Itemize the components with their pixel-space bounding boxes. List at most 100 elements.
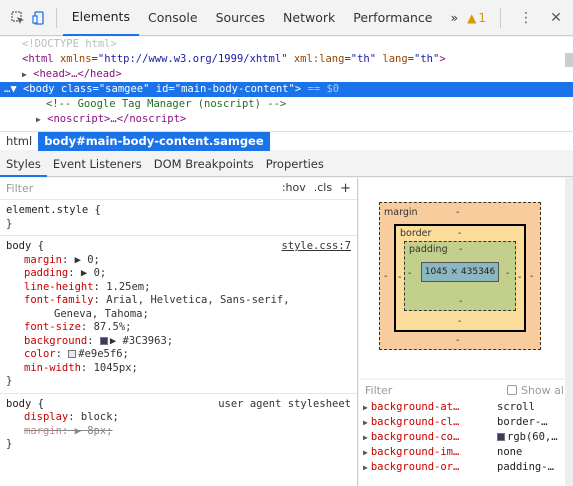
tab-network[interactable]: Network	[274, 0, 344, 36]
styles-filter-input[interactable]: Filter	[6, 182, 33, 195]
rule-close: }	[6, 438, 13, 450]
computed-filter-input[interactable]: Filter	[365, 384, 392, 397]
attr-value: "http://www.w3.org/1999/xhtml"	[97, 53, 288, 65]
toolbar-divider	[55, 7, 57, 28]
attr-name: xml:lang	[293, 53, 345, 65]
expand-arrow-icon: ▶	[363, 463, 368, 472]
attr-value: "main-body-content"	[174, 83, 295, 95]
border-bottom-value: -	[458, 316, 462, 327]
dom-node-html[interactable]: <html xmlns="http://www.w3.org/1999/xhtm…	[0, 52, 573, 67]
attr-value: "th"	[350, 53, 377, 65]
margin-left-value: -	[384, 271, 388, 282]
border-label: border	[400, 228, 432, 239]
rule-selector[interactable]: body {	[6, 240, 44, 254]
styles-filter-bar: Filter :hov .cls +	[0, 178, 357, 200]
show-all-checkbox[interactable]	[506, 385, 517, 395]
close-icon[interactable]: ✕	[545, 7, 567, 29]
computed-pane: Filter Show all ▶ background-at… scroll ▶ b…	[359, 380, 573, 486]
tab-console[interactable]: Console	[139, 0, 207, 36]
attr-value: "samgee"	[98, 83, 150, 95]
box-model-border[interactable]: border - - - - padding - - - - 1045 × 43…	[394, 224, 526, 332]
decl-min-width[interactable]: min-width: 1045px;	[6, 362, 351, 376]
dom-node-noscript[interactable]: ▶ <noscript>…</noscript>	[0, 112, 573, 127]
styles-scrollbar[interactable]	[565, 178, 573, 486]
rule-body-author: body { style.css:7 margin: ▶ 0; padding:…	[0, 236, 357, 394]
computed-row[interactable]: ▶ background-im… none	[359, 445, 573, 460]
inspect-element-icon[interactable]	[8, 7, 29, 29]
decl-font-size[interactable]: font-size: 87.5%;	[6, 321, 351, 335]
tag-close: >	[439, 53, 446, 65]
decl-padding[interactable]: padding: ▶ 0;	[6, 267, 351, 281]
padding-bottom-value: -	[459, 296, 463, 307]
expand-arrow-icon: ▶	[363, 433, 368, 442]
rule-source-link[interactable]: style.css:7	[281, 240, 351, 254]
attr-value: "th"	[414, 53, 440, 65]
rule-element-style: element.style { }	[0, 200, 357, 236]
padding-top-value: -	[459, 244, 463, 255]
computed-row[interactable]: ▶ background-at… scroll	[359, 400, 573, 415]
tab-styles[interactable]: Styles	[0, 151, 47, 177]
breadcrumb-html[interactable]: html	[0, 132, 38, 151]
border-top-value: -	[458, 228, 462, 239]
dom-scrollbar-thumb[interactable]	[565, 53, 573, 67]
box-model-padding[interactable]: padding - - - - 1045 × 435346	[404, 241, 516, 311]
color-swatch[interactable]	[68, 350, 77, 358]
show-all-label: Show all	[520, 383, 567, 397]
rule-source-label: user agent stylesheet	[218, 397, 351, 410]
box-model-margin[interactable]: margin - - - - border - - - - padding - …	[379, 202, 541, 350]
tab-performance[interactable]: Performance	[344, 0, 441, 36]
computed-row[interactable]: ▶ background-co… rgb(60,…	[359, 430, 573, 445]
breadcrumb: html body#main-body-content.samgee	[0, 131, 573, 151]
computed-row[interactable]: ▶ background-or… padding-…	[359, 460, 573, 475]
rule-selector: body {	[6, 397, 44, 410]
expand-arrow-icon[interactable]: ▶	[36, 115, 41, 124]
cls-toggle[interactable]: .cls	[314, 181, 332, 196]
dom-node-doctype[interactable]: <!DOCTYPE html>	[0, 37, 573, 52]
warnings-badge[interactable]: ▲ 1	[467, 11, 486, 25]
kebab-menu-icon[interactable]: ⋮	[515, 7, 537, 29]
decl-background[interactable]: background: ▶ #3C3963;	[6, 335, 351, 349]
decl-font-family-cont: Geneva, Tahoma;	[54, 307, 149, 320]
expand-arrow-icon: ▶	[363, 448, 368, 457]
noscript-tag: <noscript>…</noscript>	[47, 113, 187, 125]
computed-row[interactable]: ▶ background-cl… border-…	[359, 415, 573, 430]
tag-open: <body	[22, 83, 55, 95]
dom-node-comment[interactable]: <!-- Google Tag Manager (noscript) -->	[0, 97, 573, 112]
comment-text: <!-- Google Tag Manager (noscript) -->	[46, 98, 287, 110]
decl-line-height[interactable]: line-height: 1.25em;	[6, 281, 351, 295]
new-rule-plus-icon[interactable]: +	[340, 181, 351, 196]
box-model-content[interactable]: 1045 × 435346	[421, 262, 499, 282]
expand-arrow-icon: ▶	[363, 418, 368, 427]
color-swatch[interactable]	[497, 433, 505, 441]
warning-count: 1	[478, 10, 486, 25]
tab-event-listeners[interactable]: Event Listeners	[47, 151, 148, 177]
margin-right-value: -	[530, 271, 534, 282]
decl-font-family[interactable]: font-family: Arial, Helvetica, Sans-seri…	[6, 294, 351, 308]
tag-close: >	[294, 83, 302, 95]
tab-properties[interactable]: Properties	[260, 151, 330, 177]
tab-sources[interactable]: Sources	[207, 0, 274, 36]
decl-color[interactable]: color: #e9e5f6;	[6, 348, 351, 362]
show-all-toggle[interactable]: Show all	[506, 383, 567, 397]
margin-top-value: -	[456, 207, 460, 218]
dom-node-head[interactable]: ▶ <head>…</head>	[0, 67, 573, 82]
border-left-value: -	[398, 272, 402, 283]
tab-elements[interactable]: Elements	[62, 0, 139, 36]
console-ref: == $0	[307, 83, 340, 95]
padding-left-value: -	[408, 268, 412, 279]
margin-bottom-value: -	[456, 335, 460, 346]
breadcrumb-body[interactable]: body#main-body-content.samgee	[38, 131, 270, 151]
tab-dom-breakpoints[interactable]: DOM Breakpoints	[148, 151, 260, 177]
color-swatch[interactable]	[99, 336, 108, 345]
sidebar-tabs: Styles Event Listeners DOM Breakpoints P…	[0, 151, 573, 177]
more-tabs-button[interactable]: »	[441, 0, 467, 36]
attr-name: lang	[382, 53, 408, 65]
expand-arrow-icon[interactable]: ▶	[22, 70, 27, 79]
rule-selector[interactable]: element.style {	[6, 204, 351, 218]
device-toolbar-icon[interactable]	[29, 7, 50, 29]
collapse-arrow-icon[interactable]: …▼	[4, 83, 17, 95]
dom-node-body-selected[interactable]: …▼ <body class="samgee" id="main-body-co…	[0, 82, 573, 97]
rule-close: }	[6, 375, 13, 387]
hov-toggle[interactable]: :hov	[282, 181, 306, 196]
decl-margin[interactable]: margin: ▶ 0;	[6, 254, 351, 268]
